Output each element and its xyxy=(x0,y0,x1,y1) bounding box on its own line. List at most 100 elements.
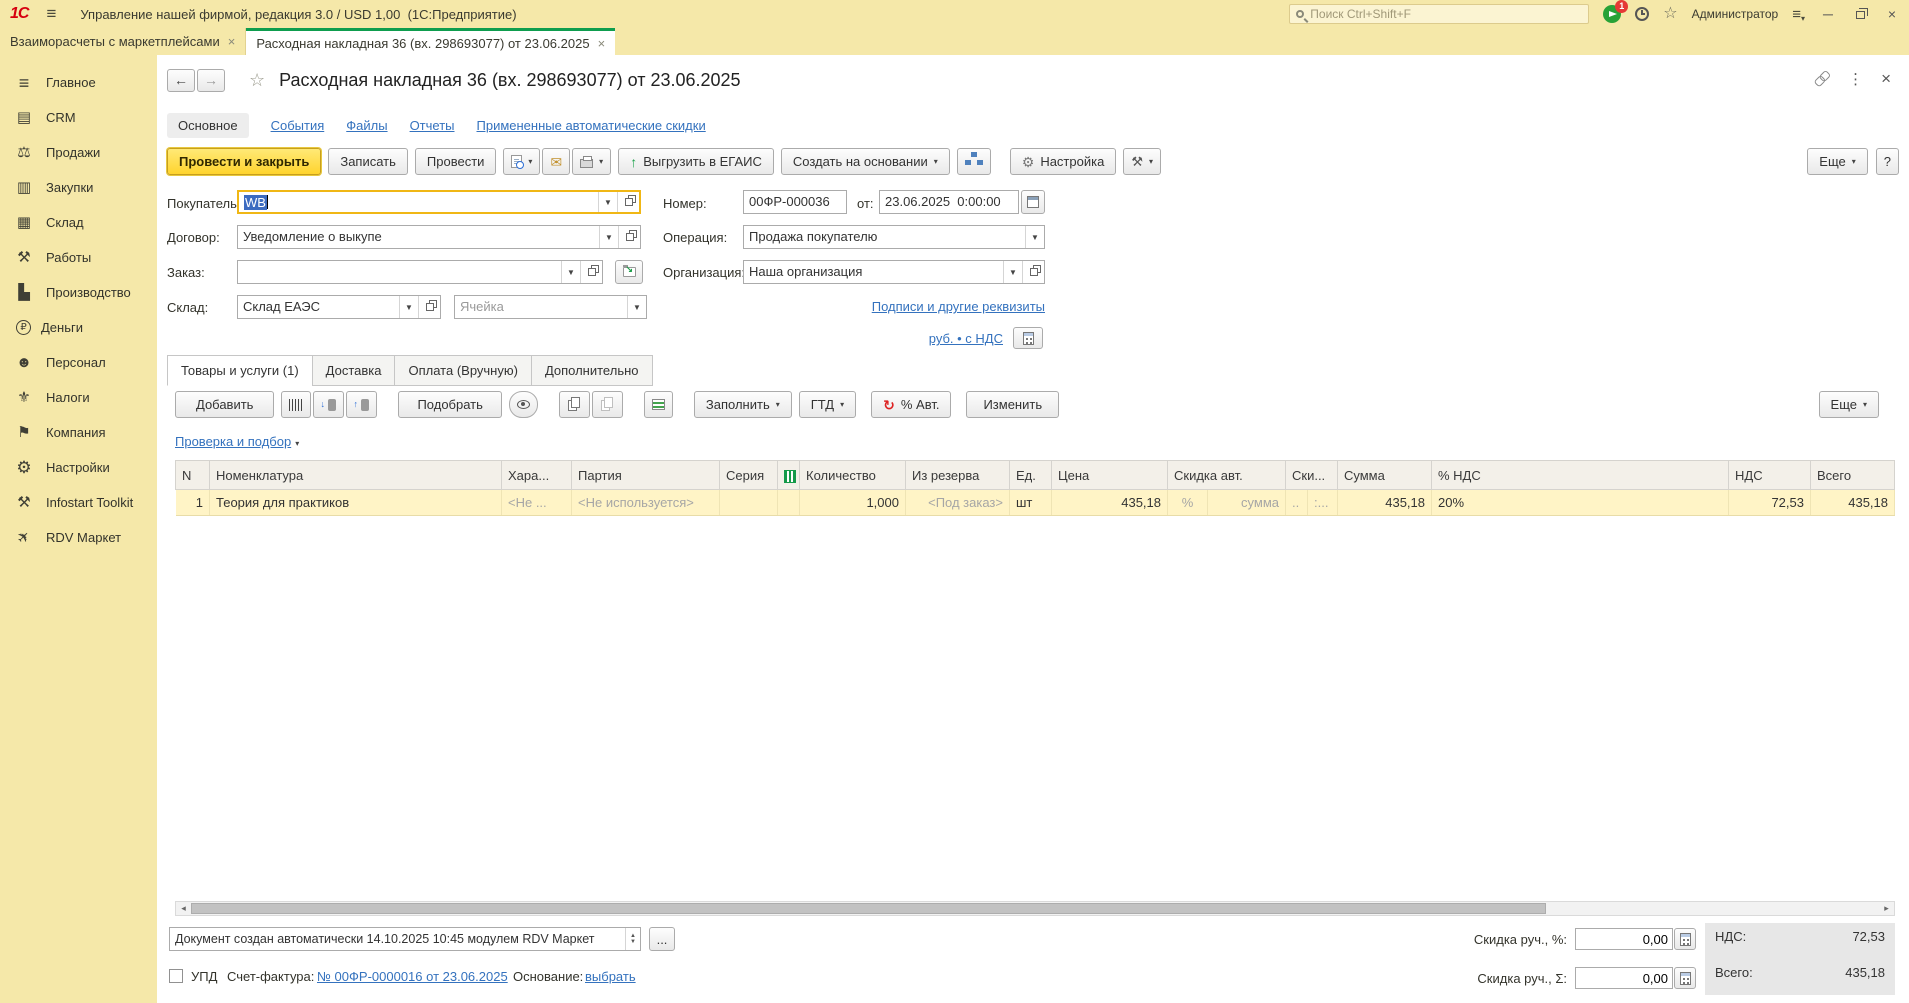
col-unit[interactable]: Ед. xyxy=(1009,460,1052,490)
tab-additional[interactable]: Дополнительно xyxy=(530,355,653,386)
print-button[interactable]: ▾ xyxy=(572,148,612,175)
chevron-down-icon[interactable]: ▼ xyxy=(627,296,646,318)
price-types-button[interactable] xyxy=(1013,327,1043,349)
col-auto-discount[interactable]: Скидка авт. xyxy=(1167,460,1286,490)
invoice-link[interactable]: № 00ФР-0000016 от 23.06.2025 xyxy=(317,969,508,984)
number-field[interactable]: 00ФР-000036 xyxy=(743,190,847,214)
sidebar-item-works[interactable]: Работы xyxy=(0,240,157,275)
table-more-button[interactable]: Еще ▾ xyxy=(1818,391,1879,418)
favorites-star-icon[interactable]: ☆ xyxy=(1663,6,1677,22)
sidebar-item-staff[interactable]: Персонал xyxy=(0,345,157,380)
col-vat[interactable]: НДС xyxy=(1728,460,1811,490)
favorite-star-icon[interactable]: ☆ xyxy=(249,70,265,91)
col-sum[interactable]: Сумма xyxy=(1337,460,1432,490)
organization-field[interactable]: Наша организация ▼ xyxy=(743,260,1045,284)
sidebar-item-sales[interactable]: Продажи xyxy=(0,135,157,170)
basis-select-link[interactable]: выбрать xyxy=(585,969,636,984)
add-row-button[interactable]: Добавить xyxy=(175,391,275,418)
get-link-icon[interactable] xyxy=(1813,70,1831,88)
cell-auto-discount-sum[interactable]: сумма xyxy=(1207,489,1286,516)
chevron-down-icon[interactable]: ▼ xyxy=(399,296,418,318)
chevron-down-icon[interactable]: ▾ xyxy=(295,439,299,448)
upd-checkbox[interactable] xyxy=(169,969,183,983)
nav-tab-main[interactable]: Основное xyxy=(167,113,249,138)
minimize-button[interactable]: ─ xyxy=(1819,6,1837,22)
currency-vat-link[interactable]: руб. • с НДС xyxy=(929,331,1003,346)
restore-button[interactable] xyxy=(1851,6,1869,22)
terminal-load-button[interactable] xyxy=(313,391,345,418)
paste-rows-button[interactable] xyxy=(591,391,623,418)
view-button[interactable] xyxy=(508,391,538,418)
table-row[interactable]: 1 Теория для практиков <Не ... <Не испол… xyxy=(175,489,1895,516)
settings-button[interactable]: ⚙ Настройка xyxy=(1009,148,1117,175)
sidebar-item-company[interactable]: Компания xyxy=(0,415,157,450)
chevron-down-icon[interactable]: ▼ xyxy=(599,226,618,248)
close-document-icon[interactable]: × xyxy=(1881,69,1891,89)
buyer-field[interactable]: WB ▼ xyxy=(237,190,641,214)
tab-close-icon[interactable]: × xyxy=(598,36,606,51)
sidebar-item-taxes[interactable]: Налоги xyxy=(0,380,157,415)
col-quantity[interactable]: Количество xyxy=(799,460,906,490)
sidebar-item-main[interactable]: Главное xyxy=(0,65,157,100)
sidebar-item-warehouse[interactable]: Склад xyxy=(0,205,157,240)
post-and-close-button[interactable]: Провести и закрыть xyxy=(167,148,322,175)
open-field-icon[interactable] xyxy=(618,226,640,248)
cell-from-reserve[interactable]: <Под заказ> xyxy=(905,489,1010,516)
history-icon[interactable] xyxy=(1635,7,1650,21)
col-total[interactable]: Всего xyxy=(1810,460,1895,490)
discount-sum-calc-button[interactable] xyxy=(1674,967,1696,989)
chevron-down-icon[interactable]: ▼ xyxy=(598,192,617,212)
scroll-left-icon[interactable]: ◂ xyxy=(176,902,191,915)
cell-auto-discount-pct[interactable]: % xyxy=(1167,489,1208,516)
cell-n[interactable]: 1 xyxy=(175,489,210,516)
col-from-reserve[interactable]: Из резерва xyxy=(905,460,1010,490)
sidebar-item-rdv-market[interactable]: RDV Маркет xyxy=(0,520,157,555)
calendar-button[interactable] xyxy=(1021,190,1045,214)
contract-field[interactable]: Уведомление о выкупе ▼ xyxy=(237,225,641,249)
cell-manual-discount-a[interactable]: .. xyxy=(1285,489,1308,516)
col-characteristic[interactable]: Хара... xyxy=(501,460,572,490)
col-manual-discount[interactable]: Ски... xyxy=(1285,460,1338,490)
scroll-right-icon[interactable]: ▸ xyxy=(1879,902,1894,915)
cell-batch[interactable]: <Не используется> xyxy=(571,489,720,516)
cell-field[interactable]: Ячейка ▼ xyxy=(454,295,647,319)
open-field-icon[interactable] xyxy=(1022,261,1044,283)
comment-field[interactable]: ▲▼ xyxy=(169,927,641,951)
terminal-unload-button[interactable] xyxy=(346,391,378,418)
post-button[interactable]: Провести xyxy=(414,148,497,175)
nav-link-reports[interactable]: Отчеты xyxy=(410,118,455,133)
edit-button[interactable]: Изменить xyxy=(966,391,1060,418)
save-button[interactable]: Записать xyxy=(328,148,408,175)
sidebar-item-crm[interactable]: CRM xyxy=(0,100,157,135)
fill-button[interactable]: Заполнить ▾ xyxy=(693,391,792,418)
close-button[interactable]: × xyxy=(1883,6,1901,22)
cell-nomenclature[interactable]: Теория для практиков xyxy=(209,489,502,516)
sidebar-item-money[interactable]: Деньги xyxy=(0,310,157,345)
cell-vat-percent[interactable]: 20% xyxy=(1431,489,1729,516)
structure-button[interactable] xyxy=(956,148,991,175)
tab-delivery[interactable]: Доставка xyxy=(311,355,396,386)
create-based-on-button[interactable]: Создать на основании ▾ xyxy=(780,148,950,175)
gtd-button[interactable]: ГТД ▾ xyxy=(798,391,857,418)
more-button[interactable]: Еще ▾ xyxy=(1807,148,1868,175)
tab-payment[interactable]: Оплата (Вручную) xyxy=(394,355,532,386)
cell-price[interactable]: 435,18 xyxy=(1051,489,1168,516)
cell-manual-discount-b[interactable]: :... xyxy=(1307,489,1338,516)
forward-button[interactable]: → xyxy=(197,68,225,92)
nav-link-auto-discounts[interactable]: Примененные автоматические скидки xyxy=(477,118,706,133)
cell-unit[interactable]: шт xyxy=(1009,489,1052,516)
nav-link-files[interactable]: Файлы xyxy=(346,118,387,133)
col-marking[interactable] xyxy=(777,460,800,490)
signatures-link[interactable]: Подписи и другие реквизиты xyxy=(872,299,1045,314)
document-log-button[interactable]: ▾ xyxy=(503,148,541,175)
comment-more-button[interactable]: ... xyxy=(649,927,675,951)
col-n[interactable]: N xyxy=(175,460,210,490)
sidebar-item-settings[interactable]: Настройки xyxy=(0,450,157,485)
cell-marking[interactable] xyxy=(777,489,800,516)
tab-close-icon[interactable]: × xyxy=(228,34,236,49)
order-field[interactable]: ▼ xyxy=(237,260,603,284)
col-price[interactable]: Цена xyxy=(1051,460,1168,490)
global-search[interactable] xyxy=(1289,4,1590,24)
back-button[interactable]: ← xyxy=(167,68,195,92)
discount-pct-calc-button[interactable] xyxy=(1674,928,1696,950)
